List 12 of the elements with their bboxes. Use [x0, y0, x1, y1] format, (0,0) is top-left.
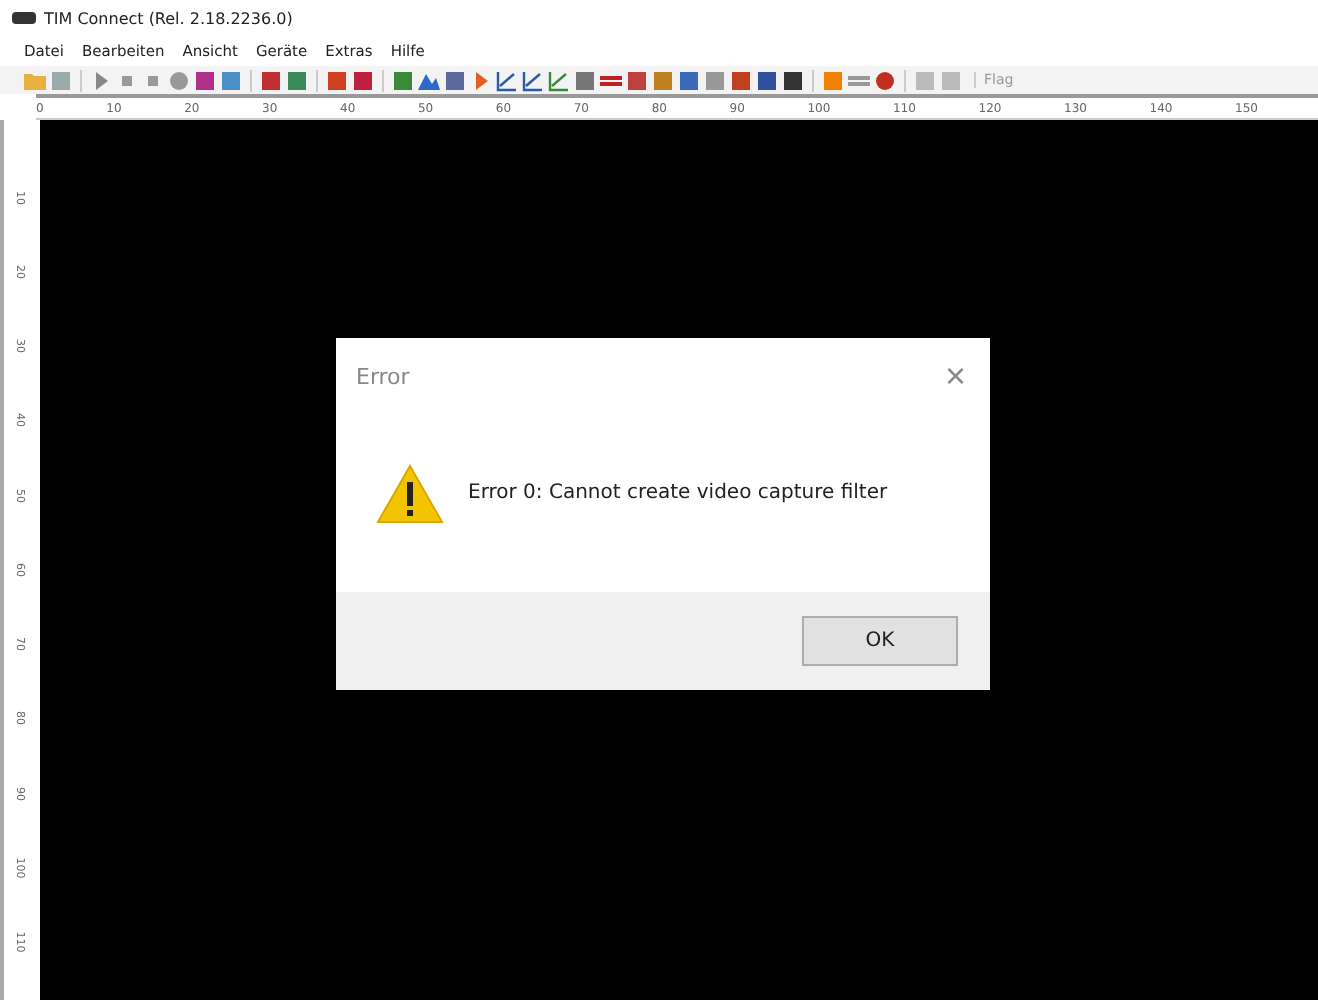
- error-message: Error 0: Cannot create video capture filter: [468, 482, 888, 504]
- window-title: TIM Connect (Rel. 2.18.2236.0): [44, 9, 293, 27]
- close-button[interactable]: ×: [940, 358, 970, 394]
- warning-icon: [376, 463, 444, 523]
- axis-icon[interactable]: [496, 69, 518, 91]
- ok-button[interactable]: OK: [802, 616, 958, 666]
- dialog-title: Error: [356, 363, 410, 389]
- circle-icon[interactable]: [168, 69, 190, 91]
- axis-icon[interactable]: [522, 69, 544, 91]
- arrow-icon[interactable]: [470, 69, 492, 91]
- chart-icon[interactable]: [548, 69, 570, 91]
- app-icon: [12, 10, 36, 26]
